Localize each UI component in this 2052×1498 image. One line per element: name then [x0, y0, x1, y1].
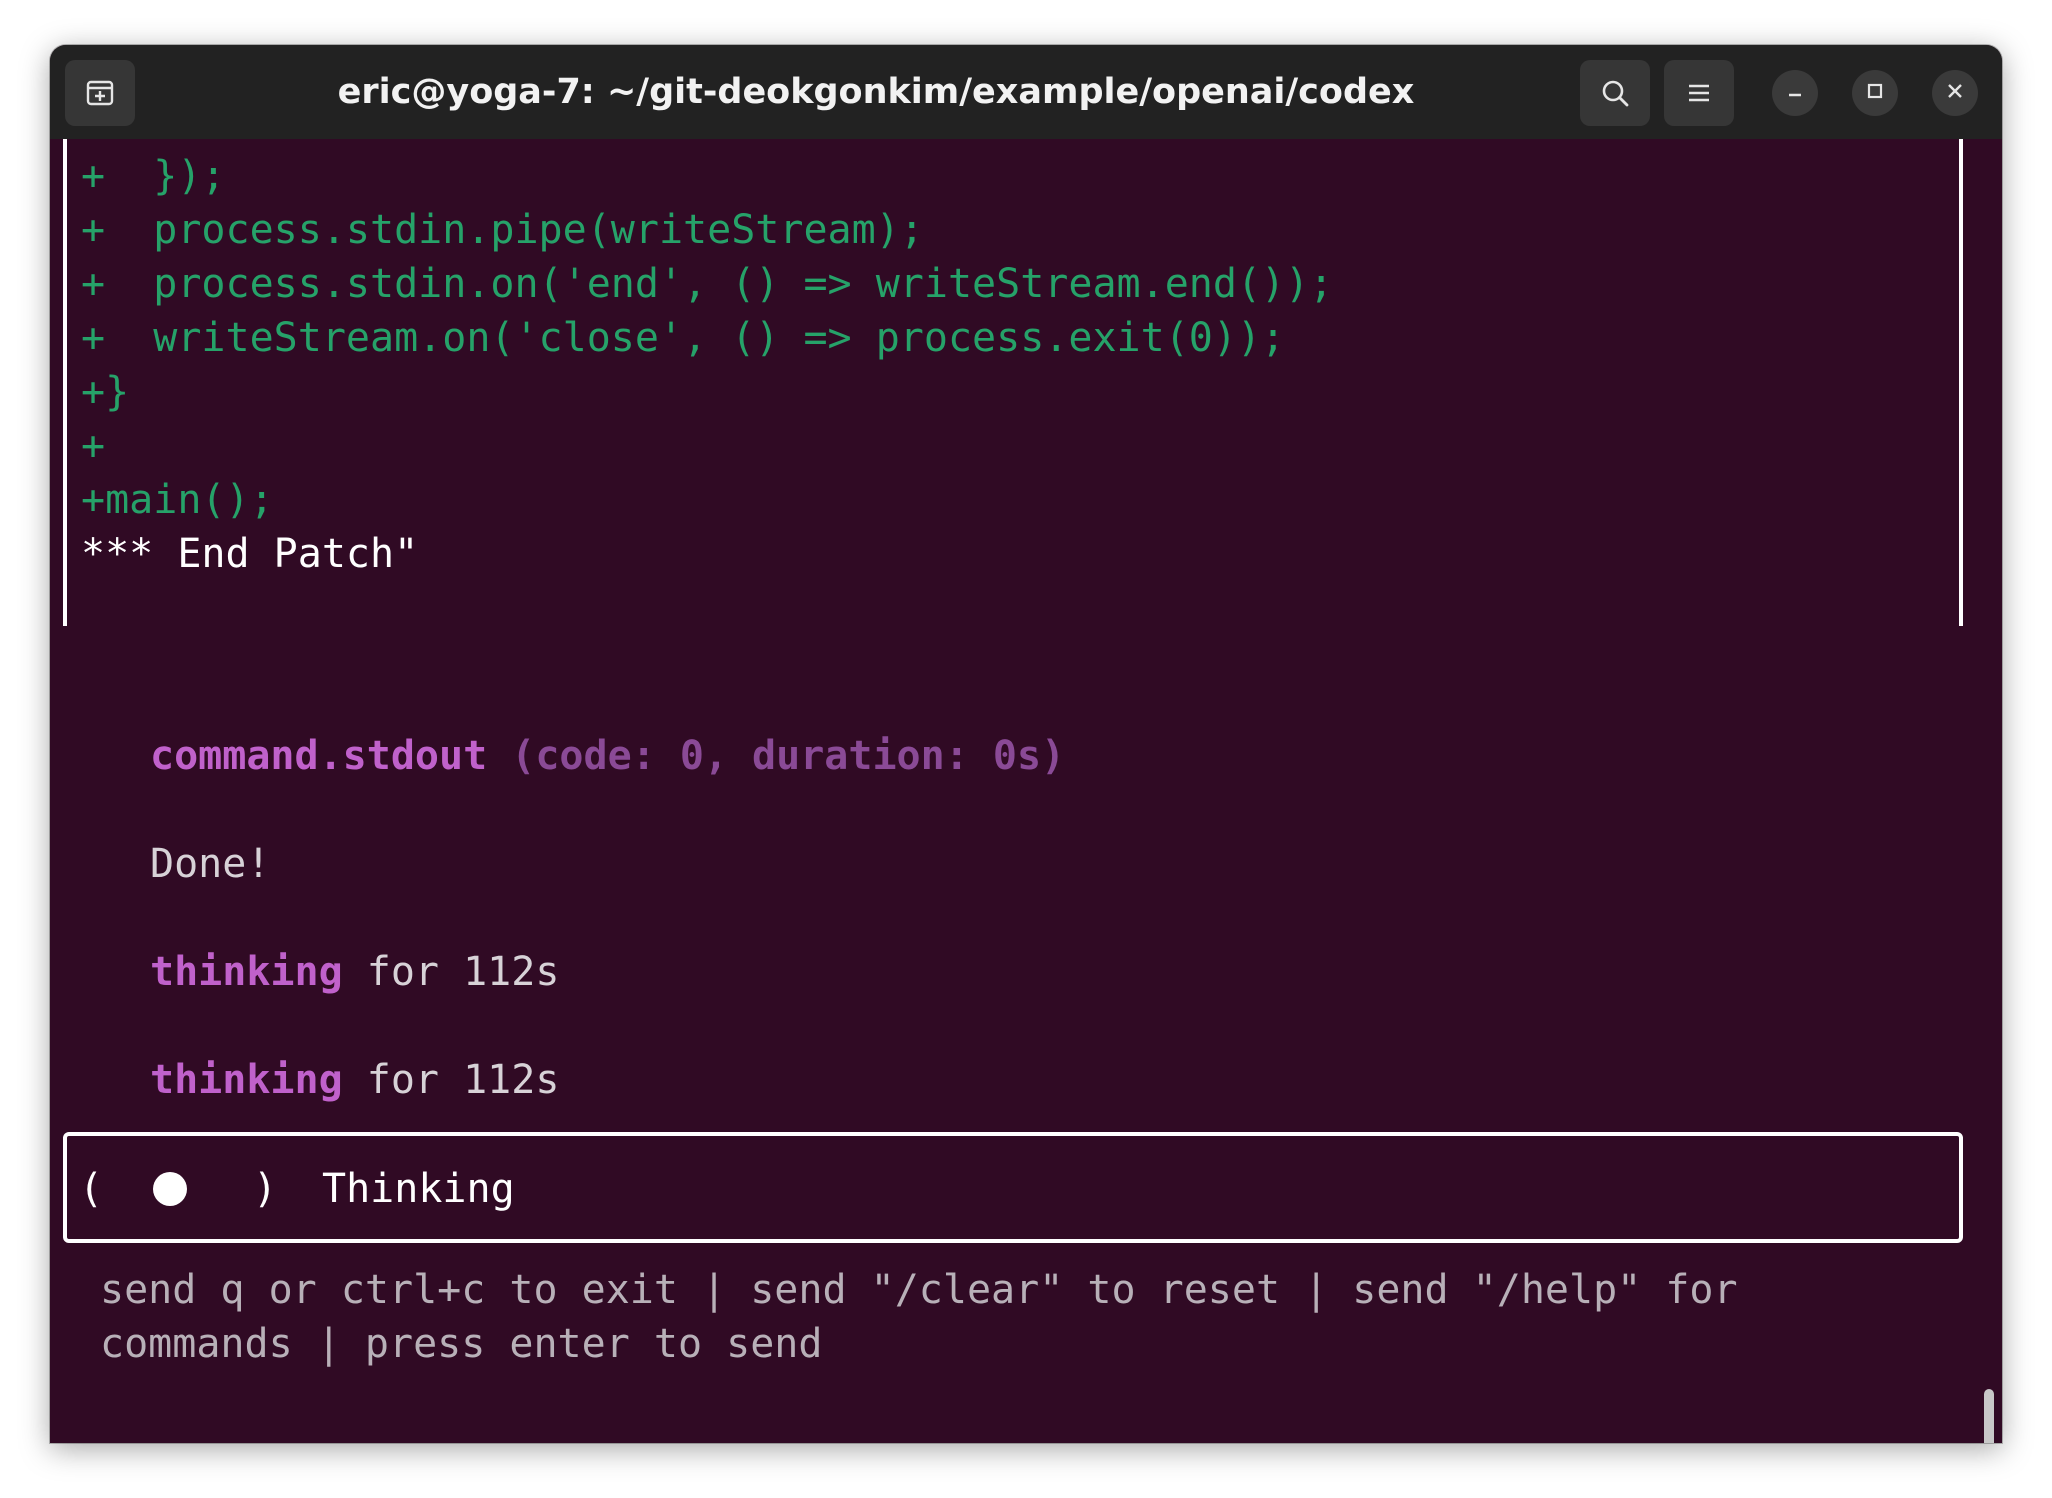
minimize-button[interactable]: [1772, 70, 1818, 116]
thinking-keyword: thinking: [150, 1057, 343, 1103]
thinking-line: thinking for 112s: [150, 1053, 559, 1107]
search-button[interactable]: [1580, 60, 1650, 126]
stdout-label: command.stdout: [150, 733, 488, 779]
hamburger-menu-icon: [1685, 79, 1713, 107]
thinking-duration: for 112s: [342, 1057, 560, 1103]
command-stdout-header: command.stdout (code: 0, duration: 0s): [150, 729, 1065, 783]
patch-line: + process.stdin.pipe(writeStream);: [81, 207, 924, 253]
patch-line: +main();: [81, 477, 274, 523]
terminal-window: eric@yoga-7: ~/git-deokgonkim/example/op…: [50, 45, 2002, 1443]
new-tab-button[interactable]: [65, 60, 135, 126]
stdout-meta: (code: 0, duration: 0s): [487, 733, 1066, 779]
spinner-open-paren: (: [79, 1166, 104, 1212]
spinner-dot-icon: [153, 1172, 187, 1206]
patch-line: + writeStream.on('close', () => process.…: [81, 315, 1286, 361]
help-hint-line: send q or ctrl+c to exit | send "/clear"…: [100, 1267, 1738, 1313]
thinking-status-box: ( ) Thinking: [63, 1132, 1963, 1243]
window-title: eric@yoga-7: ~/git-deokgonkim/example/op…: [337, 72, 1415, 112]
status-label: Thinking: [322, 1166, 515, 1212]
thinking-line: thinking for 112s: [150, 945, 559, 999]
maximize-icon: [1865, 81, 1885, 106]
patch-output-box: + }); + process.stdin.pipe(writeStream);…: [63, 139, 1963, 626]
terminal-output[interactable]: + }); + process.stdin.pipe(writeStream);…: [50, 139, 2002, 1443]
menu-button[interactable]: [1664, 60, 1734, 126]
patch-line: +: [81, 423, 106, 469]
help-hint: send q or ctrl+c to exit | send "/clear"…: [100, 1263, 1900, 1371]
minimize-icon: [1785, 81, 1805, 106]
spinner-close-paren: ): [253, 1166, 278, 1212]
patch-end-line: *** End Patch": [81, 531, 419, 577]
new-tab-icon: [85, 78, 115, 108]
close-button[interactable]: [1932, 70, 1978, 116]
maximize-button[interactable]: [1852, 70, 1898, 116]
search-icon: [1599, 77, 1631, 109]
thinking-duration: for 112s: [342, 949, 560, 995]
patch-line: + });: [81, 153, 226, 199]
stdout-text: Done!: [150, 841, 271, 887]
scrollbar-thumb[interactable]: [1984, 1389, 1994, 1443]
help-hint-line: commands | press enter to send: [100, 1321, 823, 1367]
patch-line: + process.stdin.on('end', () => writeStr…: [81, 261, 1334, 307]
close-icon: [1945, 81, 1965, 106]
thinking-keyword: thinking: [150, 949, 343, 995]
patch-line: +}: [81, 369, 130, 415]
title-bar: eric@yoga-7: ~/git-deokgonkim/example/op…: [50, 45, 2002, 139]
